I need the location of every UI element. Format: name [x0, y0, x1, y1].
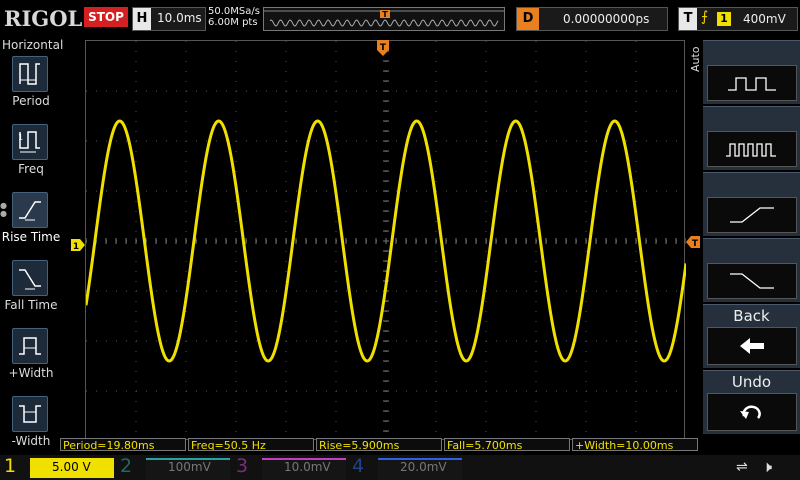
rising-slope-icon: ⨍ — [701, 9, 709, 25]
neg-width-icon — [12, 396, 48, 432]
sample-rate: 50.0MSa/s — [208, 6, 260, 17]
page-dots: ● ● — [0, 201, 7, 218]
square-wave-icon — [707, 65, 797, 101]
neg-width-label: -Width — [11, 434, 51, 448]
undo-icon — [707, 393, 797, 431]
channel-1-status[interactable]: 1 5.00 V — [0, 455, 116, 480]
measurement-rise[interactable]: Rise=5.900ms — [316, 438, 442, 451]
pulse-train-icon — [707, 131, 797, 167]
channel-3-scale: 10.0mV — [284, 460, 331, 474]
fall-time-label: Fall Time — [4, 298, 58, 312]
graticule — [85, 40, 687, 442]
measurement-bar: Period=19.80ms Freq=50.5 Hz Rise=5.900ms… — [60, 438, 700, 454]
freq-label: Freq — [18, 162, 44, 176]
channel-3-status[interactable]: 3 10.0mV — [232, 455, 348, 480]
trigger-key: T — [679, 8, 697, 30]
auto-mode-label: Auto — [689, 46, 702, 72]
pos-width-label: +Width — [8, 366, 54, 380]
measurement-freq[interactable]: Freq=50.5 Hz — [188, 438, 314, 451]
pos-width-icon — [12, 328, 48, 364]
measure-period[interactable]: Period — [0, 56, 62, 122]
svg-text:1: 1 — [18, 133, 23, 142]
left-arrow-icon — [707, 327, 797, 365]
channel-1-scale: 5.00 V — [52, 460, 91, 474]
period-label: Period — [12, 94, 50, 108]
delay-box[interactable]: D 0.00000000ps — [516, 7, 668, 31]
measurement-pos-width[interactable]: +Width=10.00ms — [572, 438, 698, 451]
channel-4-number: 4 — [352, 455, 365, 477]
softkey-rising-edge[interactable] — [703, 172, 800, 236]
undo-label: Undo — [731, 373, 772, 391]
memory-depth: 6.00M pts — [208, 17, 258, 28]
undo-button[interactable]: Undo — [703, 370, 800, 434]
trigger-level-marker[interactable]: T — [686, 233, 700, 249]
measure-freq[interactable]: 1 Freq — [0, 124, 62, 190]
delay-value: 0.00000000ps — [563, 12, 650, 26]
waveform-svg — [84, 40, 688, 442]
svg-text:T: T — [380, 43, 387, 53]
usb-icon: ⇌ — [736, 459, 748, 475]
svg-text:T: T — [692, 239, 699, 248]
channel-2-scale: 100mV — [168, 460, 211, 474]
run-stop-status[interactable]: STOP — [84, 7, 128, 27]
softkey-pulse-train[interactable] — [703, 106, 800, 170]
channel-2-number: 2 — [120, 455, 133, 477]
period-icon — [12, 56, 48, 92]
measurement-period[interactable]: Period=19.80ms — [60, 438, 186, 451]
svg-text:1: 1 — [73, 242, 79, 251]
menu-title: Horizontal — [2, 38, 64, 52]
memory-overview-wave: T — [264, 10, 504, 27]
fall-time-icon — [12, 260, 48, 296]
sample-info: 50.0MSa/s 6.00M pts — [208, 6, 260, 28]
softkey-square-wave[interactable] — [703, 40, 800, 104]
speaker-icon[interactable]: 🕨 — [762, 457, 772, 477]
measure-rise-time[interactable]: Rise Time — [0, 192, 62, 258]
channel-2-status[interactable]: 2 100mV — [116, 455, 232, 480]
measure-neg-width[interactable]: -Width — [0, 396, 62, 462]
channel-status-bar: 1 5.00 V 2 100mV 3 10.0mV 4 20.0mV ⇌ 🕨 — [0, 455, 800, 480]
right-softkey-menu: Auto Back Undo — [689, 40, 800, 454]
svg-text:T: T — [382, 10, 388, 19]
memory-overview: T — [263, 7, 505, 31]
horizontal-timebase-box[interactable]: H 10.0ms — [132, 7, 206, 31]
trigger-position-marker[interactable]: T — [377, 40, 389, 56]
measurement-fall[interactable]: Fall=5.700ms — [444, 438, 570, 451]
channel-1-ground-marker[interactable]: 1 — [71, 236, 85, 252]
trigger-channel: 1 — [717, 12, 731, 26]
trigger-box[interactable]: T ⨍ 1 400mV — [678, 7, 798, 31]
channel-3-number: 3 — [236, 455, 249, 477]
horizontal-key: H — [133, 8, 151, 30]
top-status-bar: RIGOL STOP H 10.0ms 50.0MSa/s 6.00M pts … — [0, 0, 800, 36]
waveform-display[interactable] — [84, 40, 688, 442]
measure-pos-width[interactable]: +Width — [0, 328, 62, 394]
rise-time-icon — [12, 192, 48, 228]
left-measure-menu: Horizontal Period 1 Freq Rise Time Fall … — [0, 36, 64, 454]
back-label: Back — [733, 307, 770, 325]
softkey-falling-edge[interactable] — [703, 238, 800, 302]
falling-edge-icon — [707, 263, 797, 299]
delay-key: D — [517, 8, 539, 30]
channel-4-scale: 20.0mV — [400, 460, 447, 474]
channel-4-status[interactable]: 4 20.0mV — [348, 455, 464, 480]
channel-1-number: 1 — [4, 455, 17, 477]
back-button[interactable]: Back — [703, 304, 800, 368]
rigol-logo: RIGOL — [4, 6, 83, 31]
rise-time-label: Rise Time — [1, 230, 61, 244]
measure-fall-time[interactable]: Fall Time — [0, 260, 62, 326]
freq-icon: 1 — [12, 124, 48, 160]
timebase-value: 10.0ms — [157, 11, 202, 25]
rising-edge-icon — [707, 197, 797, 233]
trigger-level: 400mV — [743, 12, 786, 26]
